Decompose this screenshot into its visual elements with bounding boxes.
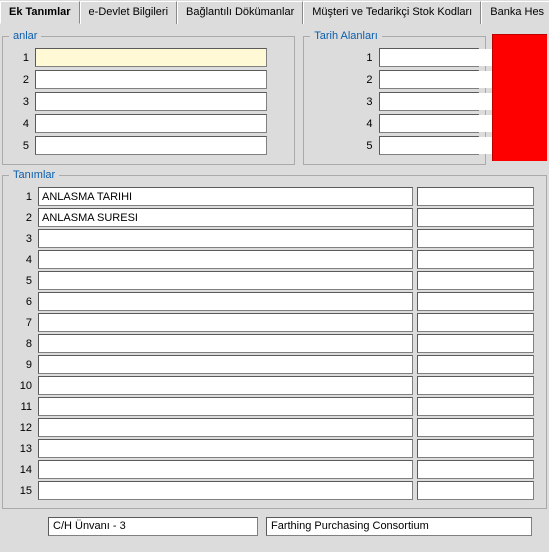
def-2-val[interactable]	[417, 208, 534, 227]
date-3-combo[interactable]	[379, 92, 479, 111]
row-num: 6	[9, 296, 32, 308]
row-num: 5	[353, 140, 373, 152]
field-2-input[interactable]	[35, 70, 267, 89]
def-15-val[interactable]	[417, 481, 534, 500]
row-num: 3	[9, 96, 29, 108]
row-num: 4	[353, 118, 373, 130]
def-4-key[interactable]	[38, 250, 413, 269]
footer-value: Farthing Purchasing Consortium	[266, 517, 532, 536]
def-9-val[interactable]	[417, 355, 534, 374]
def-3-val[interactable]	[417, 229, 534, 248]
def-1-key[interactable]	[38, 187, 413, 206]
def-14-key[interactable]	[38, 460, 413, 479]
row-num: 4	[9, 254, 32, 266]
def-12-val[interactable]	[417, 418, 534, 437]
row-num: 12	[9, 422, 32, 434]
def-10-key[interactable]	[38, 376, 413, 395]
def-13-val[interactable]	[417, 439, 534, 458]
def-15-key[interactable]	[38, 481, 413, 500]
def-6-key[interactable]	[38, 292, 413, 311]
group-fields-left: anlar 1 2 3 4 5	[2, 30, 295, 165]
date-1-combo[interactable]	[379, 48, 479, 67]
row-num: 4	[9, 118, 29, 130]
def-13-key[interactable]	[38, 439, 413, 458]
date-4-combo[interactable]	[379, 114, 479, 133]
group-definitions-legend: Tanımlar	[9, 169, 59, 181]
red-indicator-panel	[492, 34, 547, 161]
def-11-val[interactable]	[417, 397, 534, 416]
row-num: 11	[9, 401, 32, 413]
def-5-key[interactable]	[38, 271, 413, 290]
def-9-key[interactable]	[38, 355, 413, 374]
def-10-val[interactable]	[417, 376, 534, 395]
def-8-key[interactable]	[38, 334, 413, 353]
row-num: 1	[353, 52, 373, 64]
field-1-input[interactable]	[35, 48, 267, 67]
def-11-key[interactable]	[38, 397, 413, 416]
def-7-val[interactable]	[417, 313, 534, 332]
row-num: 3	[353, 96, 373, 108]
tab-ek-tanimlar[interactable]: Ek Tanımlar	[0, 1, 80, 24]
tab-bar: Ek Tanımlar e-Devlet Bilgileri Bağlantıl…	[0, 0, 549, 24]
def-3-key[interactable]	[38, 229, 413, 248]
tab-baglantili[interactable]: Bağlantılı Dökümanlar	[177, 1, 303, 24]
row-num: 3	[9, 233, 32, 245]
row-num: 10	[9, 380, 32, 392]
footer-label: C/H Ünvanı - 3	[48, 517, 258, 536]
field-5-input[interactable]	[35, 136, 267, 155]
row-num: 1	[9, 52, 29, 64]
row-num: 13	[9, 443, 32, 455]
date-5-combo[interactable]	[379, 136, 479, 155]
row-num: 14	[9, 464, 32, 476]
field-4-input[interactable]	[35, 114, 267, 133]
row-num: 15	[9, 485, 32, 497]
group-date-fields: Tarih Alanları 1 2 3 4 5	[303, 30, 485, 165]
row-num: 2	[353, 74, 373, 86]
row-num: 8	[9, 338, 32, 350]
def-8-val[interactable]	[417, 334, 534, 353]
def-7-key[interactable]	[38, 313, 413, 332]
row-num: 1	[9, 191, 32, 203]
def-12-key[interactable]	[38, 418, 413, 437]
def-4-val[interactable]	[417, 250, 534, 269]
tab-edevlet[interactable]: e-Devlet Bilgileri	[80, 1, 177, 24]
group-definitions: Tanımlar 1 2 3 4 5 6 7 8 9 10 11 12 13 1…	[2, 169, 547, 509]
group-fields-left-legend: anlar	[9, 30, 41, 42]
group-date-fields-legend: Tarih Alanları	[310, 30, 382, 42]
row-num: 2	[9, 74, 29, 86]
def-14-val[interactable]	[417, 460, 534, 479]
row-num: 9	[9, 359, 32, 371]
def-6-val[interactable]	[417, 292, 534, 311]
field-3-input[interactable]	[35, 92, 267, 111]
date-2-combo[interactable]	[379, 70, 479, 89]
tab-musteri-tedarikci[interactable]: Müşteri ve Tedarikçi Stok Kodları	[303, 1, 481, 24]
def-2-key[interactable]	[38, 208, 413, 227]
def-1-val[interactable]	[417, 187, 534, 206]
tab-banka[interactable]: Banka Hes	[481, 1, 549, 24]
row-num: 5	[9, 140, 29, 152]
row-num: 2	[9, 212, 32, 224]
row-num: 7	[9, 317, 32, 329]
footer-bar: C/H Ünvanı - 3 Farthing Purchasing Conso…	[0, 513, 549, 536]
def-5-val[interactable]	[417, 271, 534, 290]
row-num: 5	[9, 275, 32, 287]
